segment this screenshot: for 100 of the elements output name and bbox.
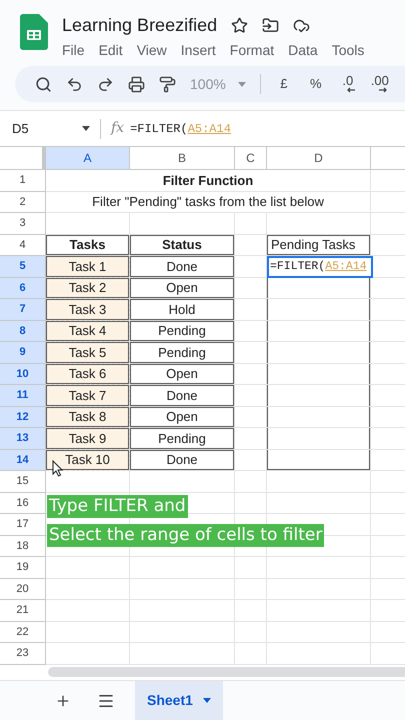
- grid-cell[interactable]: [46, 557, 130, 578]
- grid-cell[interactable]: [267, 622, 371, 643]
- format-button[interactable]: %: [306, 78, 325, 90]
- menu-item[interactable]: View: [136, 40, 167, 61]
- column-header[interactable]: C: [235, 147, 267, 170]
- grid-cell[interactable]: [130, 578, 235, 600]
- grid-cell[interactable]: [235, 450, 267, 471]
- grid-cell[interactable]: [267, 364, 371, 385]
- paint-roller-icon[interactable]: [159, 76, 176, 92]
- table-cell-text: Pending: [158, 322, 206, 340]
- row-header[interactable]: 2: [0, 192, 46, 213]
- menu-item[interactable]: Edit: [98, 40, 123, 61]
- table-cell-text: Done: [166, 258, 198, 276]
- grid-cell[interactable]: [267, 450, 371, 471]
- decrease-decimal-button[interactable]: .0: [338, 75, 357, 93]
- search-icon[interactable]: [35, 76, 52, 92]
- grid-cell[interactable]: [130, 557, 235, 578]
- row-header[interactable]: 3: [0, 213, 46, 234]
- increase-decimal-button[interactable]: .00: [370, 75, 389, 93]
- grid-cell[interactable]: [235, 428, 267, 450]
- grid-cell[interactable]: [267, 428, 371, 450]
- grid-cell[interactable]: [267, 213, 371, 234]
- grid-cell[interactable]: [130, 600, 235, 622]
- column-header[interactable]: D: [267, 147, 371, 170]
- grid-cell[interactable]: [235, 213, 267, 234]
- add-sheet-icon[interactable]: [55, 692, 71, 708]
- column-header[interactable]: B: [130, 147, 235, 170]
- grid-cell[interactable]: [267, 471, 371, 492]
- grid-cell[interactable]: [46, 213, 130, 234]
- star-icon[interactable]: [231, 16, 248, 34]
- grid-cell[interactable]: [46, 578, 130, 600]
- grid-cell[interactable]: [235, 492, 267, 514]
- grid-cell[interactable]: [235, 600, 267, 622]
- grid-cell[interactable]: [267, 557, 371, 578]
- grid-cell[interactable]: [235, 234, 267, 256]
- row-header[interactable]: 15: [0, 471, 46, 492]
- column-header[interactable]: A: [46, 147, 130, 170]
- grid-cell[interactable]: [235, 364, 267, 385]
- grid-cell[interactable]: [267, 320, 371, 342]
- format-button[interactable]: £: [274, 78, 293, 90]
- grid-cell[interactable]: [235, 471, 267, 492]
- grid-cell[interactable]: [267, 406, 371, 428]
- row-header[interactable]: 19: [0, 557, 46, 578]
- grid-cell[interactable]: [235, 622, 267, 643]
- grid-cell[interactable]: [235, 557, 267, 578]
- grid-cell[interactable]: [235, 299, 267, 320]
- grid-cell[interactable]: [267, 578, 371, 600]
- row-header[interactable]: 20: [0, 578, 46, 600]
- undo-icon[interactable]: [66, 76, 83, 92]
- row-header[interactable]: 22: [0, 622, 46, 643]
- row-header[interactable]: 1: [0, 170, 46, 192]
- grid-cell[interactable]: [235, 385, 267, 406]
- row-header[interactable]: 8: [0, 320, 46, 342]
- row-header[interactable]: 17: [0, 514, 46, 536]
- document-title[interactable]: Learning Breezified: [62, 14, 218, 36]
- horizontal-scrollbar[interactable]: [48, 667, 405, 678]
- grid-cell[interactable]: [235, 578, 267, 600]
- row-header[interactable]: 4: [0, 234, 46, 256]
- row-header[interactable]: 18: [0, 536, 46, 557]
- row-header[interactable]: 21: [0, 600, 46, 622]
- table-header-cell-text: Tasks: [70, 236, 106, 254]
- menu-item[interactable]: Insert: [180, 40, 216, 61]
- grid-cell[interactable]: [235, 406, 267, 428]
- row-header[interactable]: 16: [0, 492, 46, 514]
- grid-cell[interactable]: [130, 213, 235, 234]
- grid-cell[interactable]: [46, 622, 130, 643]
- row-header[interactable]: 11: [0, 385, 46, 406]
- row-header[interactable]: 6: [0, 278, 46, 299]
- grid-cell[interactable]: [267, 385, 371, 406]
- grid-cell[interactable]: [267, 492, 371, 514]
- grid-cell[interactable]: [267, 600, 371, 622]
- row-header[interactable]: 12: [0, 406, 46, 428]
- row-header[interactable]: 5: [0, 256, 46, 278]
- grid-cell[interactable]: [235, 320, 267, 342]
- folder-icon[interactable]: [262, 16, 280, 34]
- row-header[interactable]: 13: [0, 428, 46, 450]
- row-header[interactable]: 10: [0, 364, 46, 385]
- row-header[interactable]: 9: [0, 342, 46, 364]
- row-header[interactable]: 14: [0, 450, 46, 471]
- grid-cell[interactable]: [46, 600, 130, 622]
- sheet-tab[interactable]: Sheet1: [135, 681, 223, 720]
- grid-cell[interactable]: [267, 278, 371, 299]
- grid-cell[interactable]: [235, 278, 267, 299]
- menu-item[interactable]: Tools: [332, 40, 364, 61]
- row-header[interactable]: 7: [0, 299, 46, 320]
- grid-cell[interactable]: [130, 471, 235, 492]
- menu-item[interactable]: Data: [288, 40, 318, 61]
- grid-cell[interactable]: [235, 342, 267, 364]
- row-header[interactable]: 23: [0, 643, 46, 664]
- table-cell-text: Task 9: [68, 430, 106, 448]
- active-cell-editor[interactable]: =FILTER(A5:A14: [267, 256, 373, 278]
- grid-cell[interactable]: [267, 299, 371, 320]
- menu-item[interactable]: File: [62, 40, 85, 61]
- grid-cell[interactable]: [267, 342, 371, 364]
- print-icon[interactable]: [128, 76, 145, 92]
- name-box[interactable]: D5: [0, 118, 100, 138]
- redo-icon[interactable]: [97, 76, 114, 92]
- menu-item[interactable]: Format: [230, 40, 274, 61]
- formula-field[interactable]: =FILTER(A5:A14: [130, 120, 231, 138]
- grid-cell[interactable]: [130, 622, 235, 643]
